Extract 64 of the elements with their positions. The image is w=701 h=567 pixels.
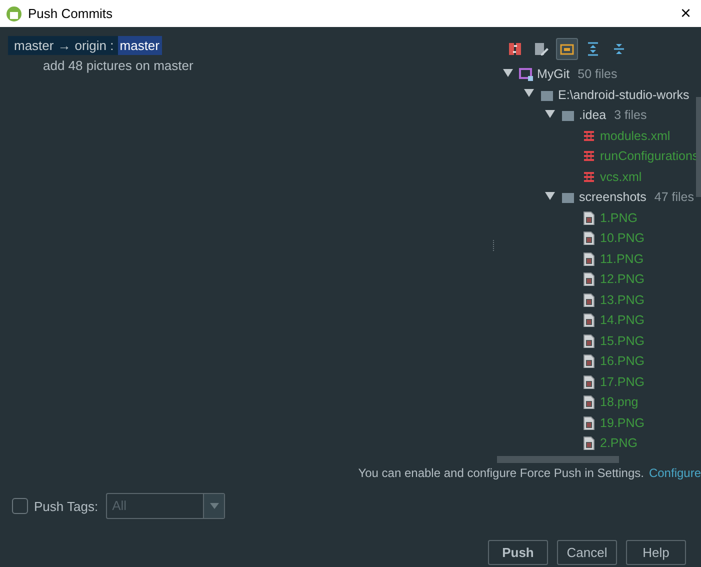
file-name[interactable]: 15.PNG [600, 334, 644, 348]
target-branch[interactable]: master [118, 36, 162, 55]
image-file-icon [582, 354, 596, 368]
folder-button[interactable] [556, 38, 578, 60]
file-name[interactable]: 12.PNG [600, 272, 644, 286]
image-file-icon [582, 395, 596, 410]
expand-all-icon [585, 41, 601, 57]
image-file-icon [582, 292, 596, 307]
folder-icon [561, 108, 575, 122]
file-count: 50 files [578, 67, 618, 82]
vertical-scrollbar[interactable] [696, 97, 701, 197]
edit-icon [533, 41, 549, 57]
image-file-icon [582, 252, 596, 266]
folder-icon [561, 190, 575, 204]
file-name[interactable]: 19.PNG [600, 416, 644, 430]
file-count: 47 files [654, 190, 694, 204]
xml-file-icon [582, 170, 596, 184]
file-name[interactable]: 2.PNG [600, 436, 638, 450]
module-icon [519, 67, 533, 82]
push-tags-label: Push Tags: [34, 498, 98, 514]
image-file-icon [582, 210, 596, 225]
file-name[interactable]: modules.xml [600, 128, 670, 143]
file-count: 3 files [614, 108, 647, 122]
file-name[interactable]: 1.PNG [600, 210, 638, 225]
tree-node[interactable]: .idea [579, 108, 606, 122]
image-file-icon [582, 436, 596, 450]
local-branch: master [14, 38, 54, 53]
collapse-all-icon [611, 41, 627, 57]
arrow-symbol: → [58, 38, 71, 53]
file-name[interactable]: 17.PNG [600, 374, 644, 389]
tree-node[interactable]: screenshots [579, 190, 646, 204]
horizontal-scrollbar[interactable] [497, 456, 619, 462]
configure-link[interactable]: Configure [648, 466, 701, 483]
image-file-icon [582, 272, 596, 286]
close-button[interactable]: × [676, 3, 695, 24]
push-tags-checkbox[interactable] [12, 498, 28, 514]
file-name[interactable]: 14.PNG [600, 313, 644, 328]
splitter-handle-icon [492, 240, 495, 252]
dialog-button[interactable]: Push [488, 540, 548, 565]
file-name[interactable]: 16.PNG [600, 354, 644, 368]
remote-name: origin : [74, 38, 114, 53]
image-file-icon [582, 416, 596, 430]
file-name[interactable]: runConfigurations [600, 149, 699, 164]
dropdown-caret-icon [210, 503, 219, 509]
force-push-hint: You can enable and configure Force Push in Settings. [358, 466, 644, 482]
image-file-icon [582, 374, 596, 389]
image-file-icon [582, 231, 596, 246]
app-logo-icon [6, 6, 22, 22]
tree-node[interactable]: E:\android-studio-works [558, 88, 690, 102]
file-name[interactable]: 18.png [600, 395, 638, 410]
file-name[interactable]: 11.PNG [600, 252, 644, 266]
file-name[interactable]: 10.PNG [600, 231, 644, 246]
image-file-icon [582, 334, 596, 348]
file-name[interactable]: vcs.xml [600, 170, 642, 184]
xml-file-icon [582, 149, 596, 164]
dialog-button[interactable]: Help [626, 540, 686, 565]
dialog-button[interactable]: Cancel [557, 540, 617, 565]
file-name[interactable]: 13.PNG [600, 292, 644, 307]
window-title: Push Commits [28, 6, 114, 21]
tree-node[interactable]: MyGit [537, 67, 570, 82]
xml-file-icon [582, 128, 596, 143]
commit-message[interactable]: add 48 pictures on master [8, 55, 490, 73]
image-file-icon [582, 313, 596, 328]
diff-icon [507, 41, 523, 57]
